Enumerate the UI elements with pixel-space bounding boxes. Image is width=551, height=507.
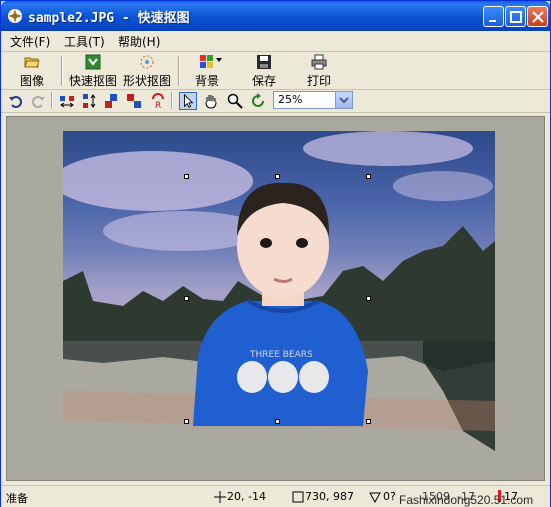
open-folder-icon — [24, 57, 40, 68]
close-icon — [532, 11, 544, 23]
rotate-left-icon[interactable] — [104, 93, 120, 109]
resize-handle[interactable] — [275, 419, 280, 424]
menu-bar: 文件(F) 工具(T) 帮助(H) — [1, 31, 550, 52]
angle-icon — [369, 492, 381, 503]
hand-pan-icon[interactable] — [203, 93, 219, 109]
save-label: 保存 — [251, 74, 276, 88]
menu-help[interactable]: 帮助(H) — [118, 33, 160, 50]
svg-text:THREE BEARS: THREE BEARS — [249, 350, 313, 360]
chevron-down-icon — [339, 97, 349, 104]
minimize-button[interactable] — [483, 6, 504, 27]
reset-icon[interactable]: R — [150, 93, 166, 109]
undo-icon[interactable] — [8, 93, 24, 109]
zoom-icon[interactable] — [227, 93, 243, 109]
zoom-select[interactable]: 25% — [273, 91, 353, 109]
minimize-icon — [489, 20, 496, 22]
close-button[interactable] — [527, 6, 548, 27]
save-button[interactable]: 保存 — [244, 54, 284, 88]
title-bar[interactable]: sample2.JPG - 快速抠图 — [1, 1, 550, 31]
image-canvas[interactable]: THREE BEARS — [6, 116, 545, 481]
svg-text:R: R — [155, 101, 161, 109]
maximize-button[interactable] — [505, 6, 526, 27]
resize-handle[interactable] — [184, 296, 189, 301]
resize-handle[interactable] — [275, 174, 280, 179]
menu-file[interactable]: 文件(F) — [10, 33, 50, 50]
image-label: 图像 — [19, 74, 44, 88]
image-button[interactable]: 图像 — [9, 54, 55, 88]
app-icon — [8, 9, 22, 23]
print-label: 打印 — [306, 74, 331, 88]
window-title: sample2.JPG - 快速抠图 — [28, 11, 190, 26]
photo: THREE BEARS — [63, 131, 495, 467]
zoom-dropdown-button[interactable] — [335, 92, 352, 108]
shape-cut-icon — [140, 55, 154, 69]
resize-handle[interactable] — [366, 174, 371, 179]
shape-cut-button[interactable]: 形状抠图 — [121, 54, 173, 88]
watermark-text: Fashixindong520.51.com — [399, 493, 534, 507]
crosshair-icon — [214, 491, 226, 503]
print-button[interactable]: 打印 — [299, 54, 339, 88]
shape-cut-label: 形状抠图 — [122, 74, 171, 88]
quick-cut-label: 快速抠图 — [68, 74, 117, 88]
chevron-down-icon[interactable] — [216, 58, 222, 62]
resize-handle[interactable] — [184, 419, 189, 424]
image-size-icon — [292, 491, 304, 503]
redo-icon[interactable] — [30, 93, 46, 109]
cursor-position: 20, -14 — [227, 490, 266, 503]
toolbar-separator — [61, 56, 63, 86]
resize-handle[interactable] — [366, 419, 371, 424]
angle-value: 0? — [383, 490, 396, 503]
flip-horizontal-icon[interactable] — [59, 93, 75, 109]
maximize-icon — [510, 11, 522, 23]
app-window: sample2.JPG - 快速抠图 文件(F) 工具(T) 帮助(H) 图像 … — [0, 0, 551, 507]
main-toolbar: 图像 快速抠图 形状抠图 背景 保存 打印 — [1, 52, 550, 90]
toolbar-separator — [178, 56, 180, 86]
refresh-icon[interactable] — [250, 93, 266, 109]
toolbar-separator — [171, 92, 173, 109]
rotate-right-icon[interactable] — [126, 93, 142, 109]
flip-vertical-icon[interactable] — [81, 93, 97, 109]
zoom-value: 25% — [278, 93, 303, 106]
background-label: 背景 — [194, 74, 219, 88]
resize-handle[interactable] — [366, 296, 371, 301]
resize-handle[interactable] — [184, 174, 189, 179]
printer-icon — [311, 54, 327, 70]
child-figure: THREE BEARS — [193, 182, 368, 426]
quick-cut-icon — [85, 54, 101, 70]
status-text: 准备 — [6, 492, 28, 505]
save-icon — [257, 55, 271, 69]
edit-toolbar: R 25% — [1, 90, 550, 113]
menu-tools[interactable]: 工具(T) — [64, 33, 105, 50]
quick-cut-button[interactable]: 快速抠图 — [67, 54, 119, 88]
toolbar-separator — [51, 92, 53, 109]
image-size: 730, 987 — [305, 490, 354, 503]
pointer-icon[interactable] — [179, 92, 197, 110]
background-palette-icon — [200, 55, 213, 68]
